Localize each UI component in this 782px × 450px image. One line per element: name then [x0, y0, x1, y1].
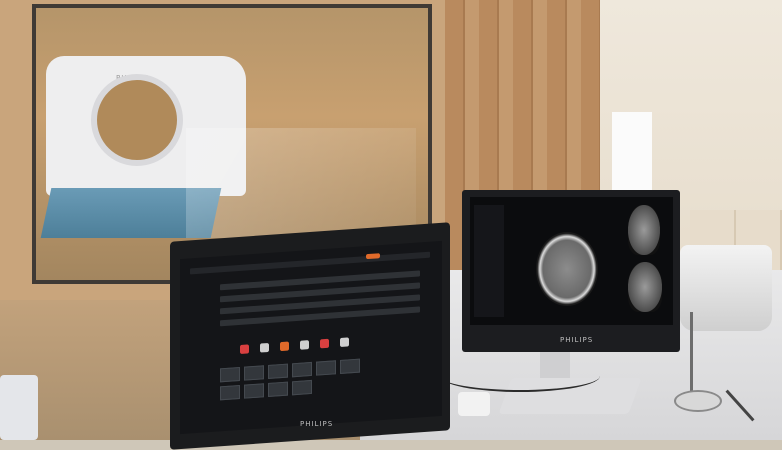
gooseneck-mic-stem — [690, 312, 693, 400]
ct-sagittal-image — [628, 205, 660, 255]
left-monitor-brand: PHILIPS — [300, 420, 334, 428]
protocol-tile — [220, 366, 240, 383]
wall-notice-paper — [612, 112, 652, 190]
glass-reflection — [186, 128, 416, 238]
protocol-icon — [300, 340, 309, 350]
protocol-tile — [340, 358, 360, 374]
protocol-tile — [316, 360, 336, 376]
accent-indicator — [366, 253, 380, 260]
protocol-tile — [268, 381, 288, 398]
protocol-icon — [280, 341, 289, 352]
right-monitor-brand: PHILIPS — [560, 336, 594, 344]
cable — [440, 360, 600, 392]
gantry-bore — [91, 74, 183, 166]
gooseneck-mic-base — [674, 390, 722, 412]
intercom-button — [458, 392, 490, 416]
left-edge-device — [0, 375, 38, 440]
protocol-tile — [220, 384, 240, 401]
left-monitor-screen — [180, 240, 442, 435]
injector-controller — [680, 245, 772, 331]
protocol-tile — [268, 363, 288, 380]
protocol-tile — [244, 365, 264, 381]
protocol-tile — [292, 379, 312, 396]
protocol-icon — [240, 344, 249, 354]
viewer-side-panel — [474, 205, 504, 317]
ct-axial-brain-image — [536, 232, 598, 306]
protocol-icon — [320, 338, 329, 349]
protocol-icon — [340, 337, 349, 347]
protocol-tile — [244, 383, 264, 399]
protocol-tile — [292, 361, 312, 378]
ct-coronal-image — [628, 262, 662, 312]
protocol-icon — [260, 342, 269, 353]
app-top-bar — [190, 251, 430, 275]
